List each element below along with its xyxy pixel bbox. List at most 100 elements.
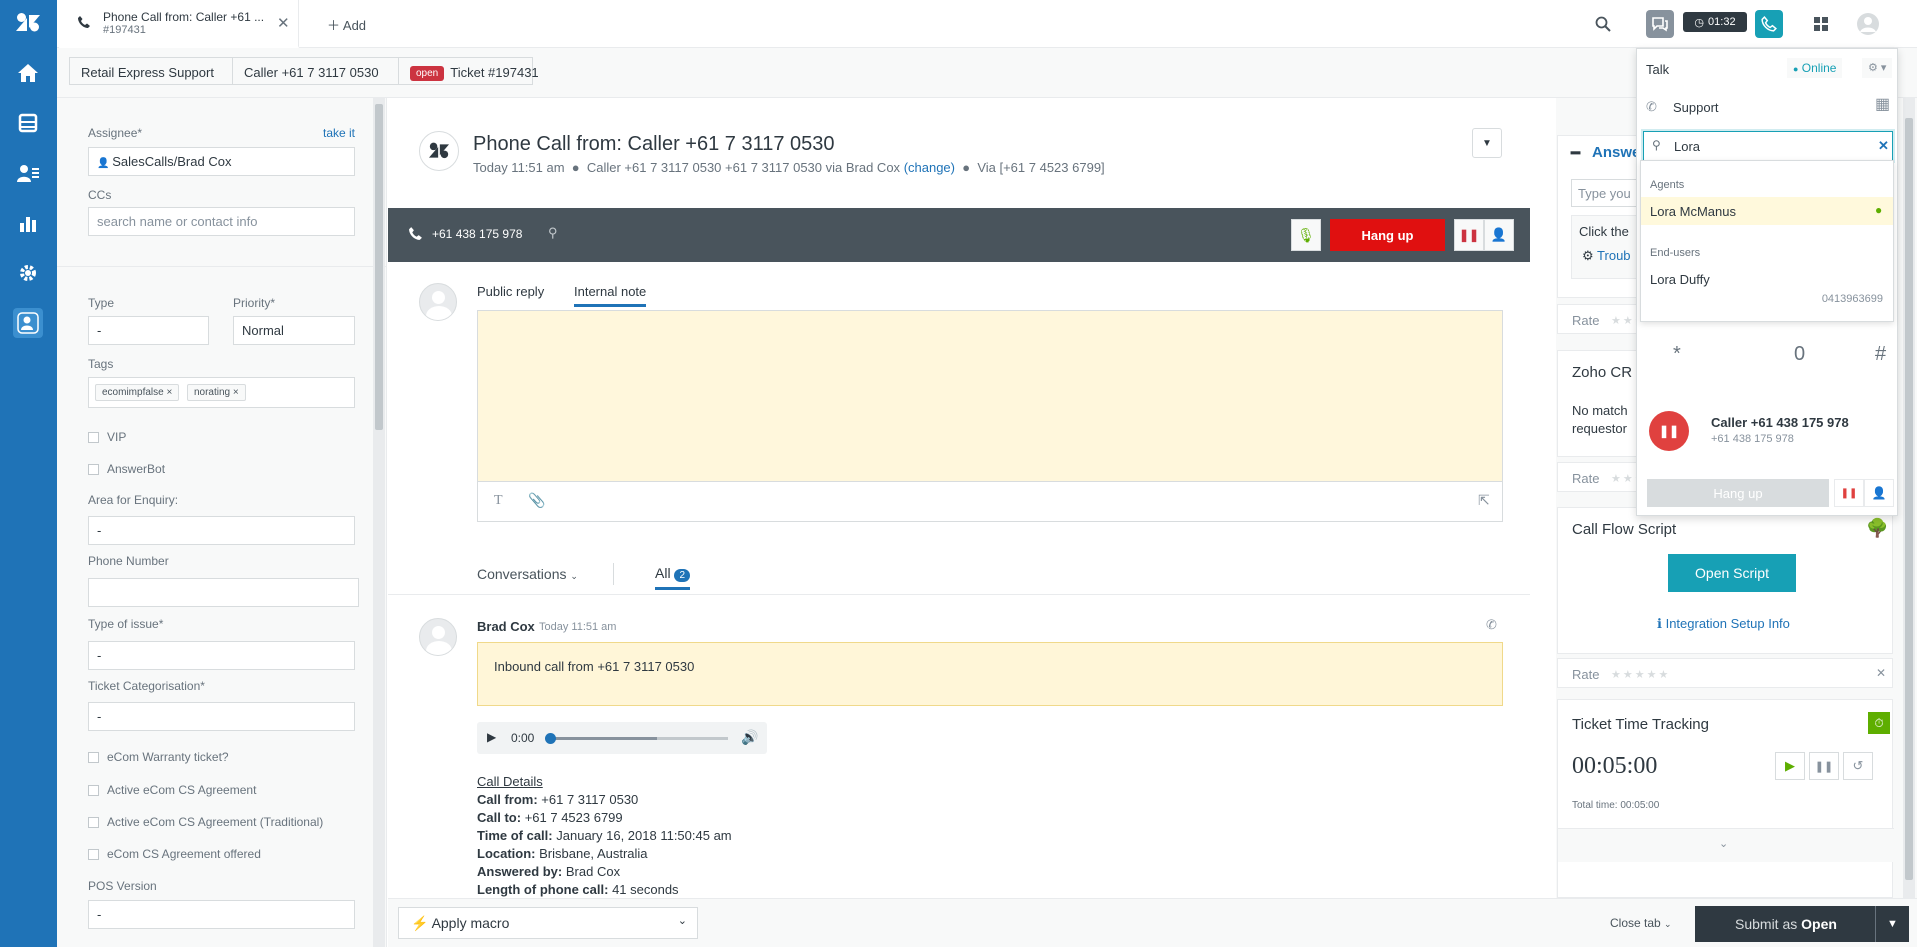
microphone-icon: 🎙 [1297, 226, 1315, 243]
chevron-down-icon: ▼ [1482, 137, 1492, 149]
agent-result-item[interactable]: Lora McManus ● [1641, 197, 1893, 225]
close-tab-icon[interactable]: ✕ [277, 14, 290, 32]
comment-author[interactable]: Brad Cox [477, 619, 535, 634]
talk-hang-up-button[interactable]: Hang up [1647, 479, 1829, 507]
home-icon[interactable] [13, 58, 43, 88]
apps-user-icon[interactable] [13, 308, 43, 338]
comment-editor[interactable] [477, 310, 1503, 482]
tab-public-reply[interactable]: Public reply [477, 284, 544, 299]
volume-icon[interactable]: 🔊 [741, 729, 758, 746]
ccs-field[interactable]: search name or contact info [88, 207, 355, 236]
search-icon[interactable] [1589, 10, 1617, 38]
area-select[interactable]: - [88, 516, 355, 545]
tag-chip[interactable]: norating × [186, 384, 246, 401]
attachment-icon[interactable]: 📎 [528, 492, 545, 509]
apps-scrollbar[interactable] [1903, 98, 1915, 898]
categorisation-select[interactable]: - [88, 702, 355, 731]
views-icon[interactable] [13, 108, 43, 138]
talk-timer[interactable]: ◷ 01:32 [1683, 12, 1747, 32]
troubleshoot-link[interactable]: ⚙ Troub [1582, 248, 1631, 264]
customers-icon[interactable] [13, 158, 43, 188]
type-select[interactable]: - [88, 316, 209, 345]
ticket-options-button[interactable]: ▼ [1472, 128, 1502, 158]
gear-icon: ⚙ [1582, 248, 1594, 263]
phone-icon: ✆ [1646, 99, 1657, 114]
integration-setup-link[interactable]: ℹ Integration Setup Info [1657, 616, 1790, 632]
product-tray-icon[interactable] [1807, 10, 1835, 38]
caller-hold-pause-icon[interactable]: ❚❚ [1649, 411, 1689, 451]
hang-up-button[interactable]: Hang up [1330, 219, 1445, 251]
priority-select[interactable]: Normal [233, 316, 355, 345]
answerbot-checkbox[interactable]: AnswerBot [88, 462, 165, 476]
end-user-result-item[interactable]: Lora Duffy 0413963699 [1641, 265, 1893, 315]
assignee-field[interactable]: 👤 SalesCalls/Brad Cox [88, 147, 355, 176]
dial-key-star[interactable]: * [1673, 343, 1681, 366]
take-it-link[interactable]: take it [323, 126, 355, 140]
audio-scrubber[interactable] [545, 733, 556, 744]
phone-number-field[interactable] [88, 578, 359, 607]
tab-internal-note[interactable]: Internal note [574, 284, 647, 307]
chat-icon[interactable] [1646, 10, 1674, 38]
user-avatar-icon[interactable] [1854, 10, 1882, 38]
vip-checkbox[interactable]: VIP [88, 430, 126, 444]
zendesk-logo-icon[interactable] [13, 8, 43, 38]
reset-icon: ↺ [1852, 758, 1864, 773]
close-tab-select[interactable]: Close tab ⌄ [1610, 916, 1672, 930]
reset-timer-button[interactable]: ↺ [1843, 752, 1873, 780]
transfer-button[interactable]: 👤 [1484, 219, 1514, 251]
active-cs-traditional-checkbox[interactable]: Active eCom CS Agreement (Traditional) [88, 815, 323, 829]
comment-time: Today 11:51 am [539, 621, 617, 633]
dial-key-zero[interactable]: 0 [1794, 343, 1805, 366]
tab-all[interactable]: All 2 [655, 565, 691, 590]
rating-stars[interactable]: ★★★★★ [1611, 668, 1670, 681]
talk-transfer-user-icon[interactable]: 👤 [1864, 479, 1894, 507]
tab-subtitle: #197431 [103, 24, 146, 36]
ticket-tab[interactable]: Phone Call from: Caller +61 ... #197431 … [59, 0, 299, 48]
pause-timer-button[interactable]: ❚❚ [1809, 752, 1839, 780]
type-of-issue-select[interactable]: - [88, 641, 355, 670]
apply-macro-select[interactable]: ⚡ Apply macro ⌄ [398, 907, 698, 939]
text-format-icon[interactable]: T [494, 493, 503, 509]
tag-chip[interactable]: ecomimpfalse × [95, 384, 180, 401]
breadcrumb-ticket[interactable]: open Ticket #197431 [398, 57, 539, 85]
keypad-icon[interactable]: ▦ [1875, 97, 1893, 115]
audio-progress-track[interactable] [545, 733, 728, 744]
change-link[interactable]: (change) [904, 160, 955, 175]
cs-offered-checkbox[interactable]: eCom CS Agreement offered [88, 847, 261, 861]
status-select[interactable]: ● Online [1787, 58, 1843, 78]
submit-button[interactable]: Submit as Open ▼ [1695, 906, 1909, 942]
tags-field[interactable]: ecomimpfalse × norating × [88, 377, 355, 408]
close-icon[interactable]: ✕ [1876, 666, 1886, 680]
active-cs-checkbox[interactable]: Active eCom CS Agreement [88, 783, 256, 797]
conversations-filter[interactable]: Conversations ⌄ [477, 566, 578, 582]
properties-scrollbar[interactable] [373, 98, 385, 947]
breadcrumb-requester[interactable]: Caller +61 7 3117 0530 [232, 57, 399, 85]
add-tab-button[interactable]: ＋ Add [327, 15, 366, 34]
play-timer-button[interactable]: ▶ [1775, 752, 1805, 780]
settings-gear-icon[interactable] [13, 258, 43, 288]
tags-label: Tags [88, 357, 114, 371]
play-icon[interactable]: ▶ [487, 730, 496, 744]
pos-version-select[interactable]: - [88, 900, 355, 929]
talk-settings-dropdown[interactable]: ⚙ ▾ [1862, 58, 1893, 78]
type-of-issue-label: Type of issue* [88, 617, 164, 631]
breadcrumb-organization[interactable]: Retail Express Support [69, 57, 233, 85]
end-users-header: End-users [1650, 247, 1701, 259]
microphone-button[interactable]: 🎙 [1291, 219, 1321, 251]
talk-phone-icon[interactable] [1755, 10, 1783, 38]
open-script-button[interactable]: Open Script [1668, 554, 1796, 592]
gear-icon: ⚙ [1868, 62, 1878, 74]
talk-hold-pause-icon[interactable]: ❚❚ [1834, 479, 1864, 507]
chevron-down-icon[interactable]: ⌄ [1719, 837, 1728, 850]
reporting-icon[interactable] [13, 208, 43, 238]
bottom-bar: ⚡ Apply macro ⌄ Close tab ⌄ Submit as Op… [388, 898, 1917, 947]
warranty-checkbox[interactable]: eCom Warranty ticket? [88, 750, 229, 764]
dial-key-hash[interactable]: # [1875, 343, 1886, 366]
expand-editor-icon[interactable]: ⇱ [1478, 492, 1490, 509]
location-pin-icon[interactable]: ⚲ [548, 225, 558, 241]
talk-search-input[interactable]: ⚲ Lora ✕ [1643, 131, 1893, 161]
submit-options-chevron-icon[interactable]: ▼ [1875, 906, 1909, 942]
clear-search-icon[interactable]: ✕ [1878, 138, 1889, 154]
collapse-icon[interactable]: ━ [1571, 144, 1580, 162]
hold-button[interactable]: ❚❚ [1454, 219, 1484, 251]
